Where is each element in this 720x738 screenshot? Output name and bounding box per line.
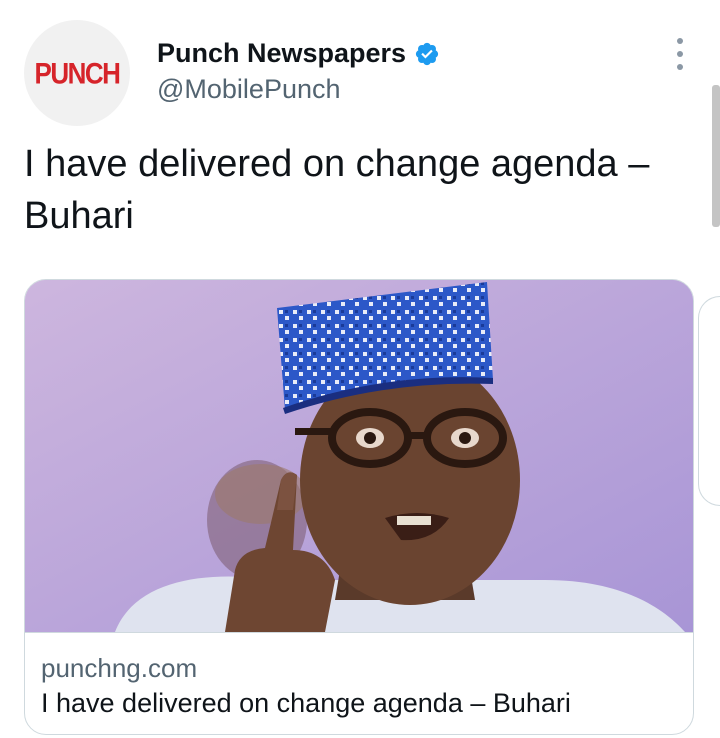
scrollbar-thumb[interactable] <box>712 85 720 227</box>
author-name-text: Punch Newspapers <box>157 38 407 68</box>
portrait-image <box>25 280 693 632</box>
tweet-text: I have delivered on change agenda – Buha… <box>24 143 650 237</box>
punch-logo: PUNCH <box>34 55 121 90</box>
link-preview-card[interactable]: punchng.com I have delivered on change a… <box>24 279 694 735</box>
verified-badge-icon <box>415 42 439 65</box>
card-image <box>25 280 693 632</box>
card-title: I have delivered on change agenda – Buha… <box>41 688 571 718</box>
author-handle[interactable]: @MobilePunch <box>157 74 341 105</box>
author-name[interactable]: Punch Newspapers <box>157 38 440 69</box>
card-footer[interactable]: punchng.com I have delivered on change a… <box>25 632 693 734</box>
card-domain: punchng.com <box>41 653 198 683</box>
adjacent-card-edge <box>698 296 720 506</box>
avatar[interactable]: PUNCH <box>24 20 130 126</box>
more-options-icon[interactable] <box>668 38 692 70</box>
